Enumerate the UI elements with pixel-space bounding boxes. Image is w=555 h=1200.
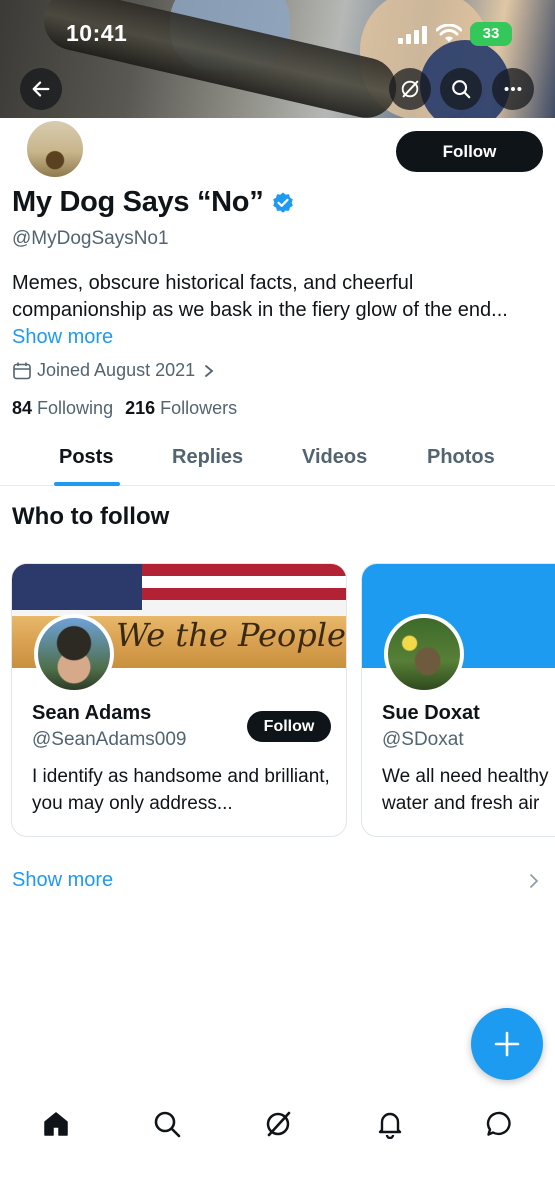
joined-label: Joined August 2021 [37,360,196,380]
follow-counts: 84 Following 216 Followers [12,398,237,419]
bio-show-more-link[interactable]: Show more [12,326,113,349]
search-button[interactable] [440,68,482,110]
bell-icon [378,1112,402,1139]
grok-icon [266,1111,291,1137]
nav-search[interactable] [149,1106,185,1142]
tab-posts[interactable]: Posts [59,446,113,469]
profile-avatar[interactable] [24,118,86,180]
banner-text: We the People [116,616,346,654]
tab-videos[interactable]: Videos [302,446,367,469]
flag-canton [12,564,142,610]
card-avatar[interactable] [34,614,114,694]
more-button[interactable] [492,68,534,110]
messages-icon [486,1111,511,1136]
follow-button[interactable]: Follow [396,131,543,172]
profile-handle: @MyDogSaysNo1 [12,228,169,249]
card-bio-line: We all need healthy [382,766,549,787]
verified-badge-icon[interactable] [271,191,295,215]
joined-date[interactable]: Joined August 2021 [12,360,221,381]
nav-messages[interactable] [482,1106,518,1142]
search-icon [452,80,471,99]
search-icon [154,1111,181,1138]
followers-label: Followers [160,398,238,418]
bottom-nav [0,1096,555,1156]
grok-button[interactable] [389,68,431,110]
nav-home[interactable] [38,1106,74,1142]
more-icon [504,86,522,92]
chevron-right-icon[interactable] [528,873,540,889]
card-bio-line: water and fresh air [382,793,540,814]
profile-bio: Memes, obscure historical facts, and che… [12,272,508,321]
card-follow-button[interactable]: Follow [247,711,331,742]
wifi-icon [436,24,462,42]
followers-count: 216 [125,398,156,418]
back-button[interactable] [20,68,62,110]
followers-link[interactable]: 216 Followers [125,398,237,418]
card-user-handle: @SeanAdams009 [32,729,187,750]
arrow-left-icon [32,81,50,97]
plus-icon [494,1031,520,1057]
card-user-bio: We all need healthy water and fresh air [382,763,555,817]
status-time: 10:41 [66,20,128,46]
active-tab-indicator [54,482,120,486]
card-user-bio: I identify as handsome and brilliant, yo… [32,766,330,814]
card-user-name[interactable]: Sue Doxat [382,702,480,725]
status-bar: 10:41 33 [0,18,555,50]
grok-icon [401,80,419,98]
compose-button[interactable] [471,1008,543,1080]
home-icon [44,1112,68,1136]
suggested-user-card[interactable]: Sue Doxat @SDoxat We all need healthy wa… [361,563,555,837]
tab-photos[interactable]: Photos [427,446,495,469]
battery-indicator: 33 [470,22,512,46]
who-to-follow-title: Who to follow [12,503,170,530]
following-label: Following [37,398,114,418]
card-avatar[interactable] [384,614,464,694]
chevron-right-icon [205,364,214,377]
tab-replies[interactable]: Replies [172,446,243,469]
suggested-user-card[interactable]: We the People Sean Adams @SeanAdams009 F… [11,563,347,837]
following-count: 84 [12,398,33,418]
profile-name: My Dog Says “No” [12,186,264,218]
nav-grok[interactable] [260,1106,296,1142]
nav-notifications[interactable] [372,1106,408,1142]
card-user-handle: @SDoxat [382,729,464,750]
calendar-icon [13,362,31,379]
signal-icon [398,26,427,44]
who-to-follow-show-more[interactable]: Show more [12,869,113,892]
profile-name-row: My Dog Says “No” [12,186,295,219]
profile-tabs: Posts Replies Videos Photos [0,436,555,486]
following-link[interactable]: 84 Following [12,398,113,418]
card-user-name[interactable]: Sean Adams [32,702,151,725]
